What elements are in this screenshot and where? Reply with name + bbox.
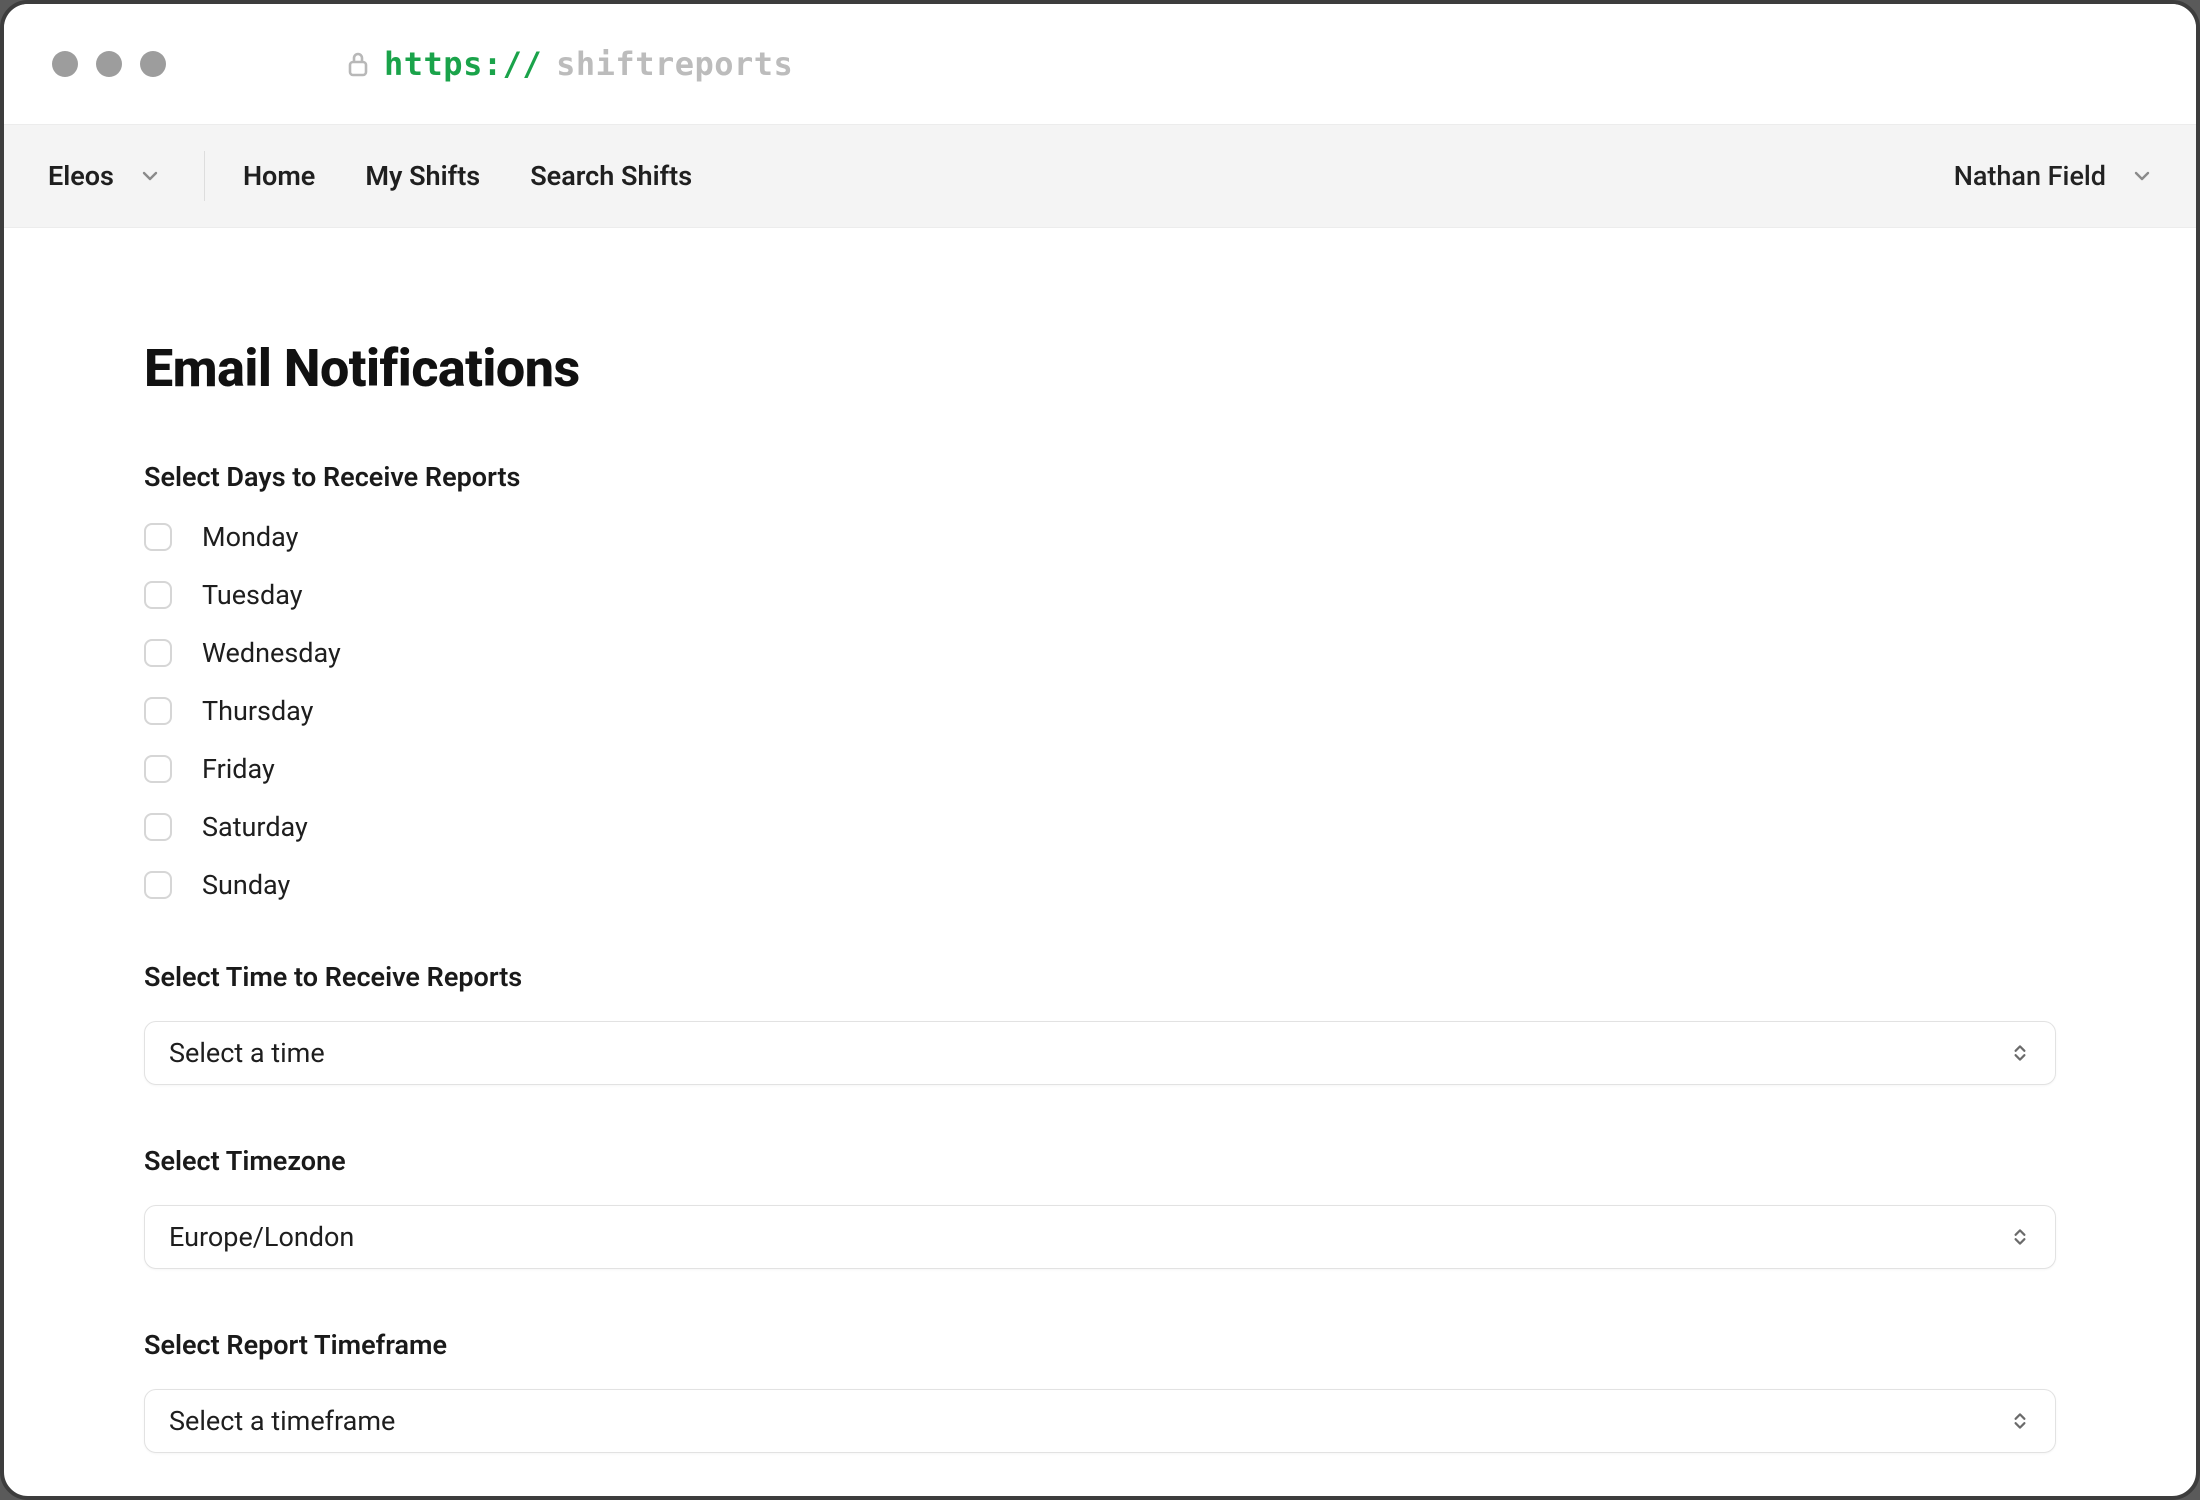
time-select[interactable]: Select a time: [144, 1021, 2056, 1085]
user-name: Nathan Field: [1954, 160, 2106, 192]
day-label: Wednesday: [202, 637, 341, 669]
main-content: Email Notifications Select Days to Recei…: [24, 248, 2176, 1476]
days-section-label: Select Days to Receive Reports: [144, 461, 2056, 493]
nav-link-home[interactable]: Home: [243, 160, 315, 192]
day-row-monday: Monday: [144, 521, 2056, 553]
timeframe-select[interactable]: Select a timeframe: [144, 1389, 2056, 1453]
timeframe-select-value: Select a timeframe: [169, 1405, 395, 1437]
timezone-select[interactable]: Europe/London: [144, 1205, 2056, 1269]
checkbox-sunday[interactable]: [144, 871, 172, 899]
day-label: Thursday: [202, 695, 313, 727]
url-host: shiftreports: [556, 45, 793, 83]
updown-icon: [2009, 1226, 2031, 1248]
nav-links: Home My Shifts Search Shifts: [243, 160, 692, 192]
timeframe-section-label: Select Report Timeframe: [144, 1329, 2056, 1361]
day-label: Saturday: [202, 811, 308, 843]
updown-icon: [2009, 1410, 2031, 1432]
top-nav: Eleos Home My Shifts Search Shifts Natha…: [4, 124, 2196, 228]
nav-link-search-shifts[interactable]: Search Shifts: [530, 160, 692, 192]
day-label: Sunday: [202, 869, 290, 901]
checkbox-thursday[interactable]: [144, 697, 172, 725]
window-minimize-dot[interactable]: [96, 51, 122, 77]
day-label: Friday: [202, 753, 275, 785]
lock-icon: [346, 49, 370, 79]
brand-label: Eleos: [48, 160, 114, 192]
window-zoom-dot[interactable]: [140, 51, 166, 77]
chevron-down-icon: [140, 166, 160, 186]
timezone-section-label: Select Timezone: [144, 1145, 2056, 1177]
nav-divider: [204, 151, 205, 201]
time-section-label: Select Time to Receive Reports: [144, 961, 2056, 993]
nav-link-my-shifts[interactable]: My Shifts: [365, 160, 480, 192]
checkbox-saturday[interactable]: [144, 813, 172, 841]
url-scheme: https://: [384, 45, 542, 83]
titlebar: https:// shiftreports: [4, 4, 2196, 124]
day-row-tuesday: Tuesday: [144, 579, 2056, 611]
checkbox-tuesday[interactable]: [144, 581, 172, 609]
day-label: Monday: [202, 521, 298, 553]
timezone-select-value: Europe/London: [169, 1221, 354, 1253]
user-menu[interactable]: Nathan Field: [1954, 160, 2152, 192]
days-list: Monday Tuesday Wednesday Thursday Friday…: [144, 521, 2056, 901]
day-row-thursday: Thursday: [144, 695, 2056, 727]
checkbox-monday[interactable]: [144, 523, 172, 551]
day-row-saturday: Saturday: [144, 811, 2056, 843]
updown-icon: [2009, 1042, 2031, 1064]
app-window: https:// shiftreports Eleos Home My Shift…: [0, 0, 2200, 1500]
window-traffic-lights: [52, 51, 166, 77]
window-close-dot[interactable]: [52, 51, 78, 77]
page-title: Email Notifications: [144, 338, 2056, 399]
checkbox-wednesday[interactable]: [144, 639, 172, 667]
day-row-friday: Friday: [144, 753, 2056, 785]
day-label: Tuesday: [202, 579, 303, 611]
time-select-value: Select a time: [169, 1037, 325, 1069]
day-row-sunday: Sunday: [144, 869, 2056, 901]
day-row-wednesday: Wednesday: [144, 637, 2056, 669]
checkbox-friday[interactable]: [144, 755, 172, 783]
brand-menu[interactable]: Eleos: [48, 152, 204, 200]
chevron-down-icon: [2132, 166, 2152, 186]
address-bar[interactable]: https:// shiftreports: [346, 45, 793, 83]
